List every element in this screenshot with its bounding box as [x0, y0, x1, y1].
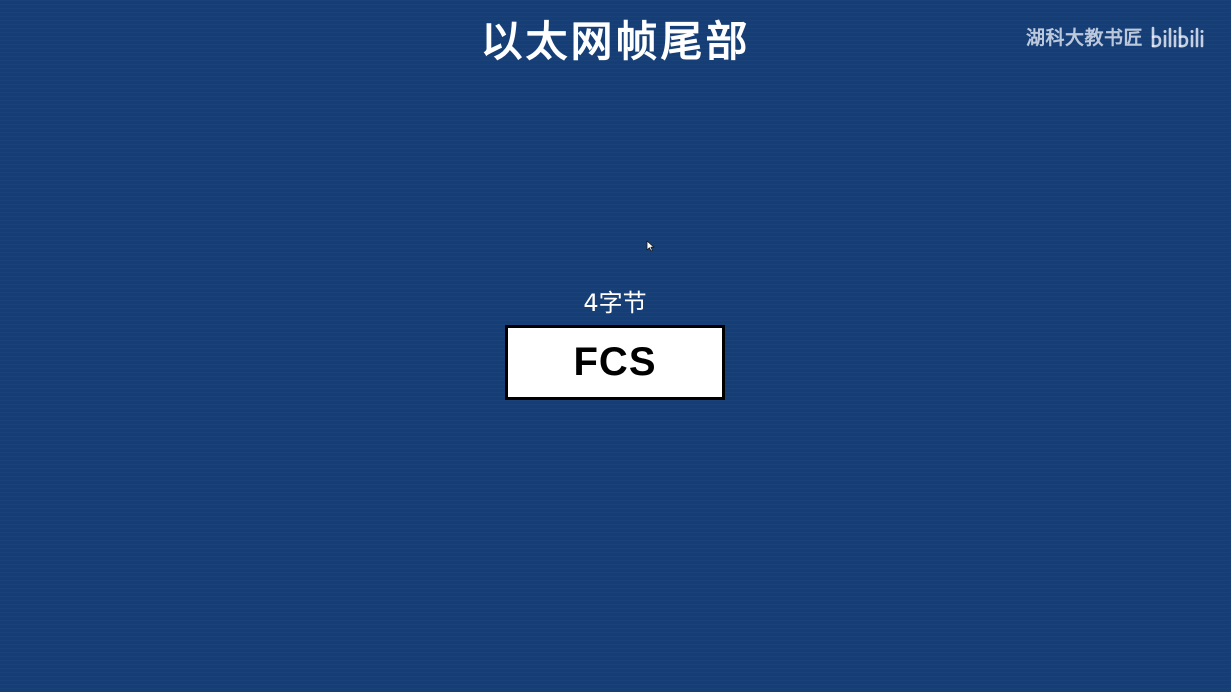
watermark-channel-name: 湖科大教书匠 [1025, 27, 1143, 49]
slide-canvas: 以太网帧尾部 湖科大教书匠 4字节 FCS [0, 0, 1231, 692]
fcs-field-name: FCS [573, 340, 657, 384]
fcs-field-box: FCS [505, 325, 725, 400]
fcs-size-label: 4字节 [583, 289, 647, 317]
mouse-pointer-icon [646, 240, 655, 252]
watermark: 湖科大教书匠 [1026, 24, 1209, 52]
bilibili-logo-icon [1151, 26, 1204, 48]
